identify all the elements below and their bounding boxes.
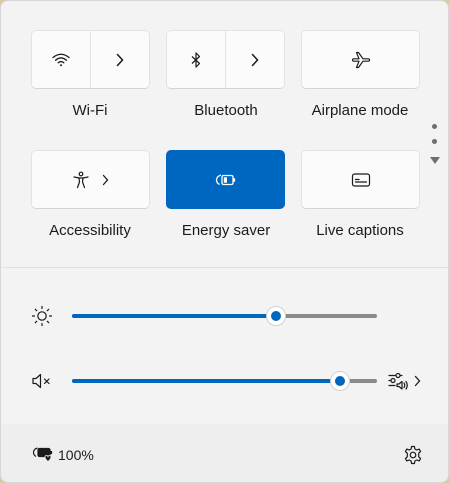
battery-button[interactable]: 100% — [25, 436, 103, 472]
captions-icon — [351, 172, 371, 188]
volume-muted-icon[interactable] — [31, 371, 53, 391]
brightness-fill — [72, 314, 277, 318]
battery-charging-icon — [32, 445, 54, 463]
footer-bar: 100% — [1, 424, 448, 482]
live-captions-tile[interactable] — [301, 150, 420, 209]
sound-output-icon — [387, 371, 409, 391]
brightness-icon — [31, 305, 53, 327]
energy-saver-label: Energy saver — [181, 222, 271, 239]
battery-percentage: 100% — [58, 447, 94, 463]
volume-thumb[interactable] — [330, 371, 351, 391]
brightness-thumb[interactable] — [266, 306, 287, 326]
quick-settings-panel: Wi-Fi Bluetooth Airplane mode Accessibil… — [0, 0, 449, 483]
accessibility-icon — [72, 171, 90, 189]
airplane-label: Airplane mode — [311, 102, 409, 119]
chevron-right-icon — [414, 375, 421, 387]
energy-saver-icon — [215, 172, 237, 188]
bluetooth-tile[interactable] — [166, 30, 285, 89]
section-divider — [1, 267, 448, 268]
volume-fill — [72, 379, 341, 383]
wifi-label: Wi-Fi — [72, 102, 108, 119]
energy-saver-tile[interactable] — [166, 150, 285, 209]
accessibility-label: Accessibility — [49, 222, 131, 239]
live-captions-label: Live captions — [316, 222, 404, 239]
brightness-slider[interactable] — [72, 306, 377, 326]
bluetooth-icon — [191, 51, 201, 68]
bluetooth-toggle[interactable] — [167, 31, 225, 88]
gear-icon[interactable] — [402, 444, 424, 466]
airplane-tile[interactable] — [301, 30, 420, 89]
page-dot[interactable] — [432, 139, 437, 144]
chevron-right-icon — [102, 174, 109, 186]
page-dot[interactable] — [432, 124, 437, 129]
bluetooth-label: Bluetooth — [194, 102, 258, 119]
accessibility-tile[interactable] — [31, 150, 150, 209]
airplane-icon — [351, 51, 371, 69]
chevron-right-icon — [251, 53, 259, 67]
wifi-more-button[interactable] — [90, 31, 149, 88]
wifi-tile[interactable] — [31, 30, 150, 89]
bluetooth-more-button[interactable] — [225, 31, 284, 88]
sound-output-button[interactable] — [387, 370, 423, 392]
volume-slider[interactable] — [72, 371, 377, 391]
caret-down-icon[interactable] — [429, 155, 441, 165]
wifi-icon — [52, 53, 70, 67]
chevron-right-icon — [116, 53, 124, 67]
wifi-toggle[interactable] — [32, 31, 90, 88]
